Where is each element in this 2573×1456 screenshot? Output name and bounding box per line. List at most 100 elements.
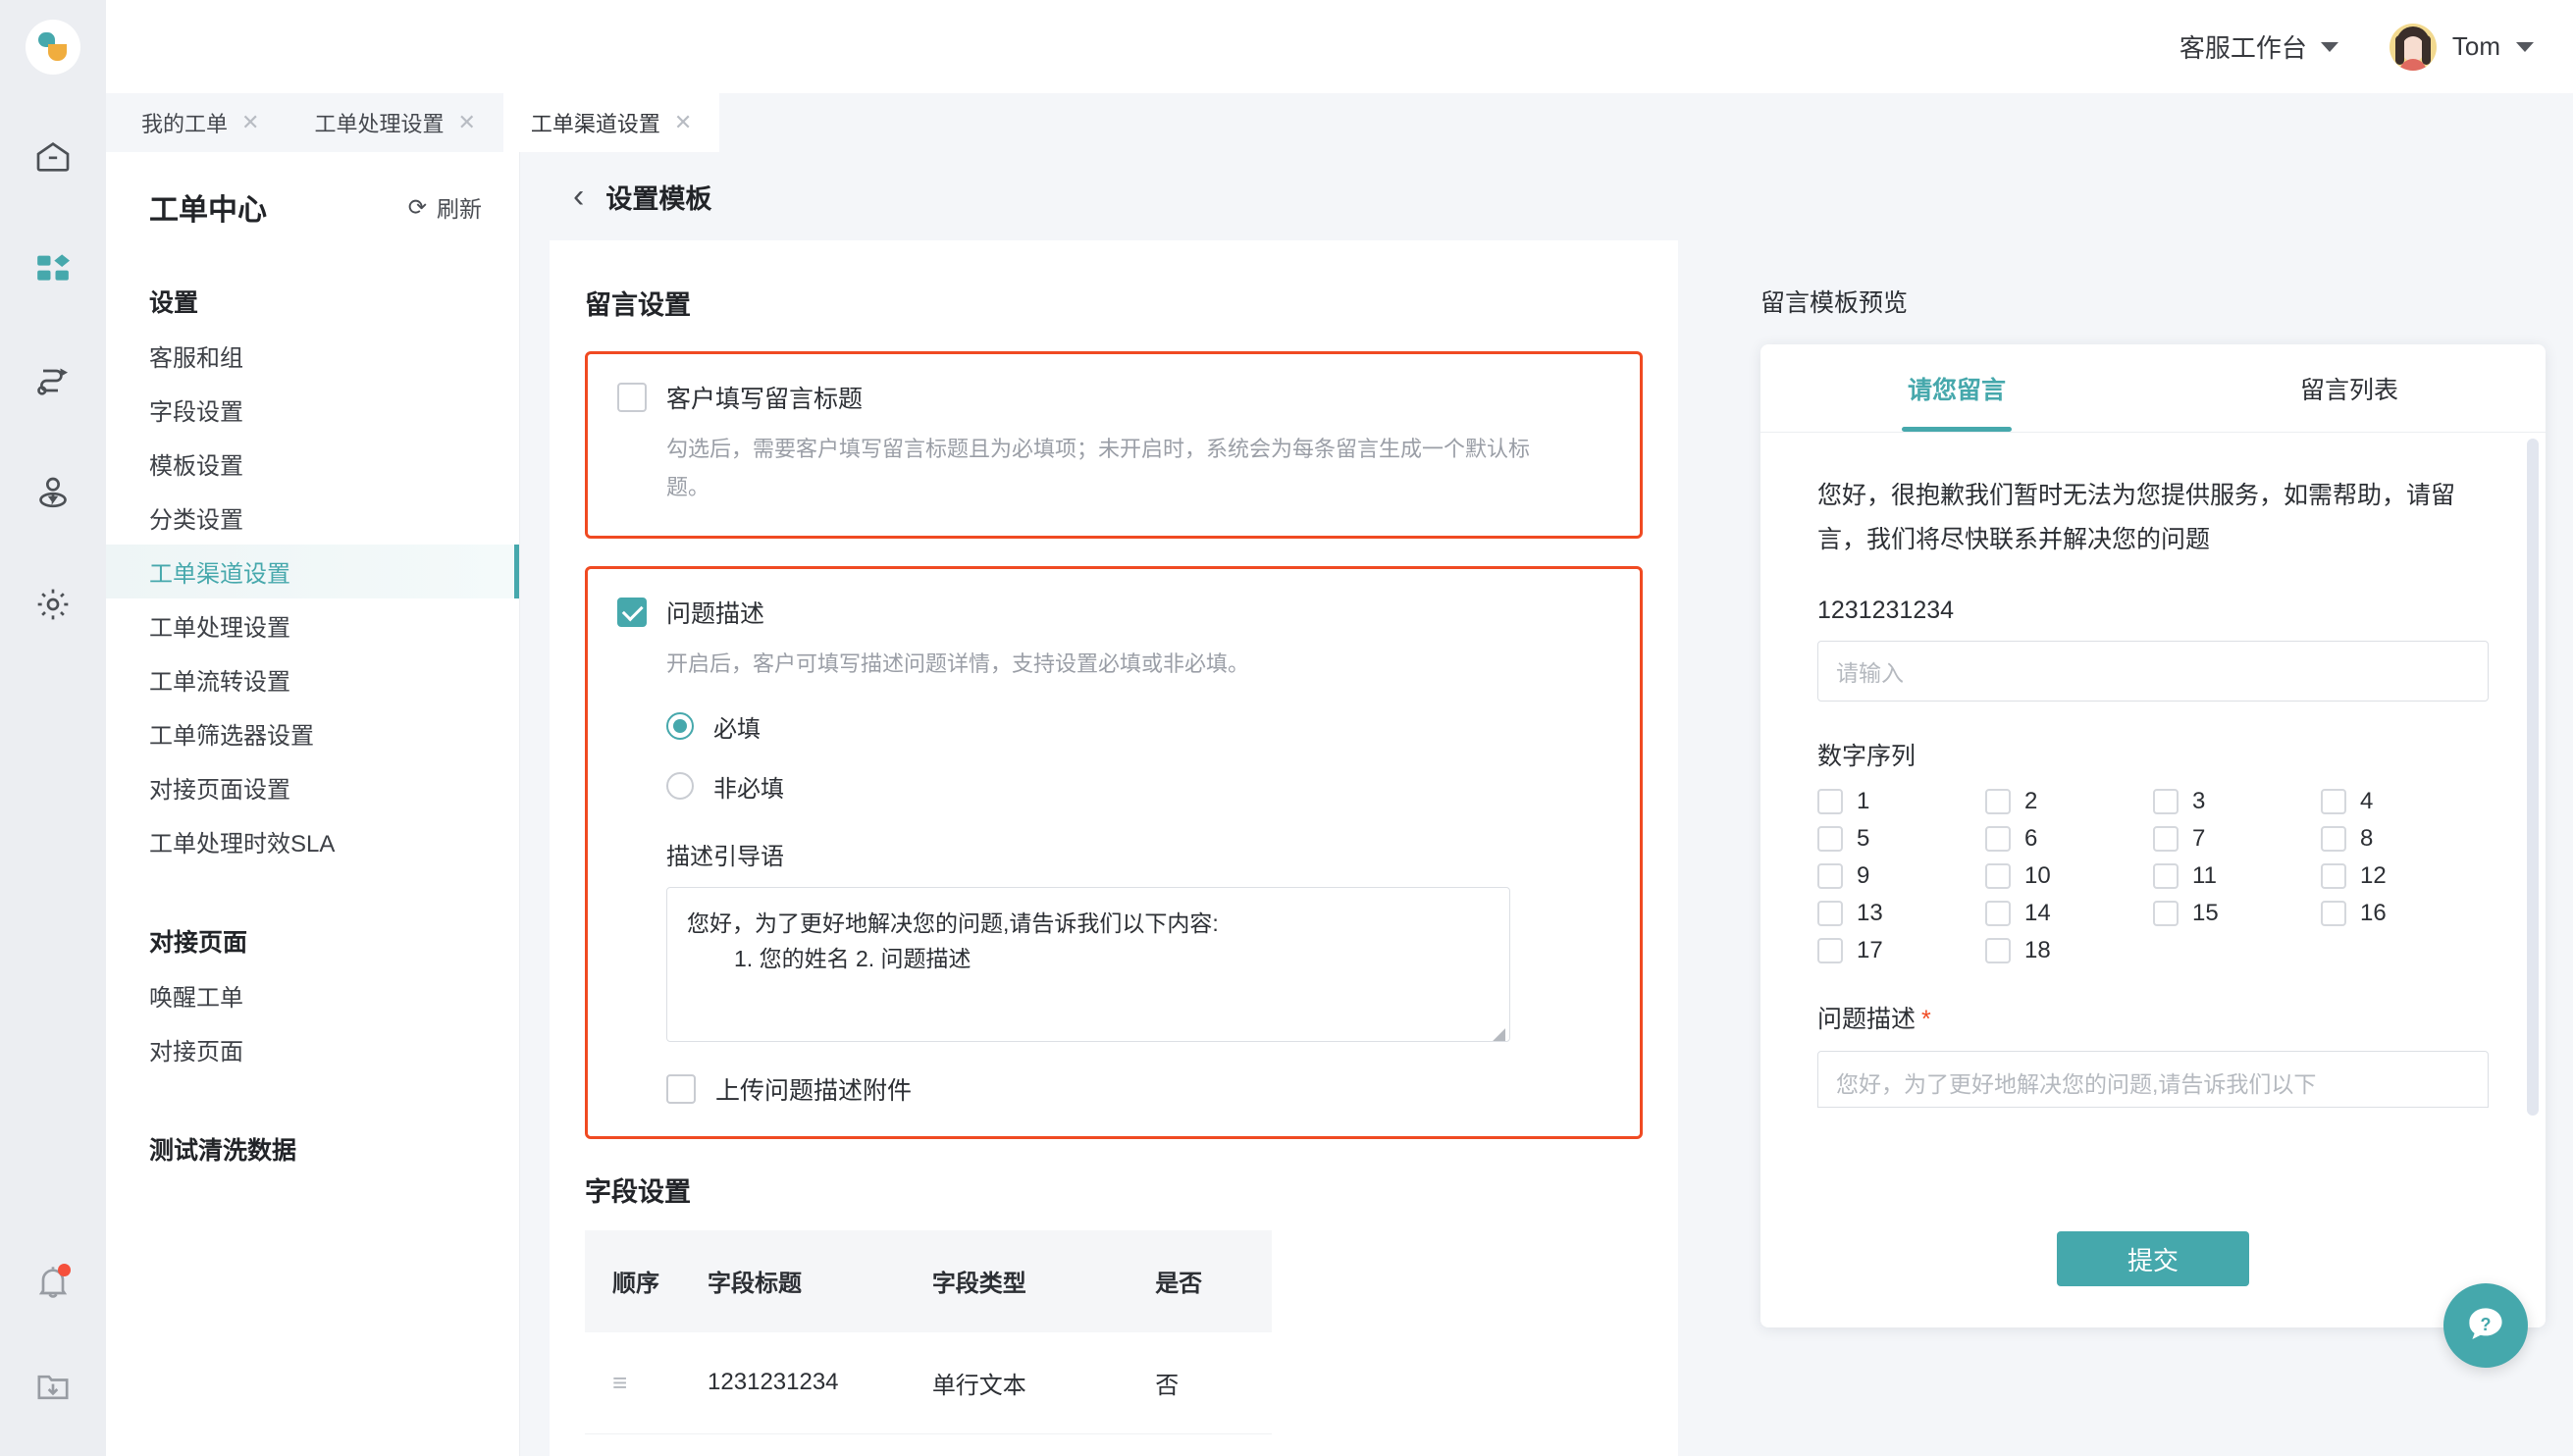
customer-title-checkbox-row[interactable]: 客户填写留言标题 [617, 380, 1610, 415]
home-icon[interactable] [24, 128, 82, 186]
tab-message-list[interactable]: 留言列表 [2153, 344, 2546, 432]
sidebar-item-ticket-sla[interactable]: 工单处理时效SLA [106, 814, 519, 868]
checkbox-box[interactable] [1817, 826, 1843, 852]
tab-label: 请您留言 [1907, 376, 2006, 404]
checkbox-option-2[interactable]: 2 [1985, 788, 2153, 815]
checkbox-box[interactable] [1817, 938, 1843, 963]
checkbox-box[interactable] [1985, 938, 2011, 963]
preview-scrollbar[interactable] [2527, 439, 2539, 1116]
radio-required[interactable]: 必填 [666, 709, 1610, 744]
checkbox-option-13[interactable]: 13 [1817, 900, 1985, 927]
radio-optional[interactable]: 非必填 [666, 769, 1610, 804]
checkbox-option-10[interactable]: 10 [1985, 862, 2153, 890]
checkbox-option-7[interactable]: 7 [2153, 825, 2321, 853]
sidebar-item-field-settings[interactable]: 字段设置 [106, 383, 519, 437]
checkbox-box[interactable] [2321, 826, 2346, 852]
preview-title: 留言模板预览 [1760, 289, 1909, 317]
checkbox-box[interactable] [2153, 826, 2179, 852]
back-icon[interactable]: ‹ [573, 180, 584, 213]
tab-ticket-process-settings[interactable]: 工单处理设置 ✕ [287, 93, 502, 152]
tab-my-tickets[interactable]: 我的工单 ✕ [114, 93, 287, 152]
column-header-required: 是否 [1155, 1229, 1272, 1332]
checkbox-box[interactable] [1985, 901, 2011, 926]
guide-text-input[interactable]: 您好，为了更好地解决您的问题,请告诉我们以下内容: 1. 您的姓名 2. 问题描… [666, 886, 1510, 1042]
sidebar-item-ticket-process-settings[interactable]: 工单处理设置 [106, 598, 519, 652]
checkbox-option-8[interactable]: 8 [2321, 825, 2489, 853]
checkbox-option-3[interactable]: 3 [2153, 788, 2321, 815]
workflow-icon[interactable] [24, 351, 82, 410]
checkbox-label: 4 [2360, 788, 2374, 814]
checkbox-box[interactable] [1817, 863, 1843, 889]
problem-desc-checkbox[interactable] [617, 598, 647, 627]
checkbox-box[interactable] [2321, 789, 2346, 814]
radio-required-input[interactable] [666, 712, 694, 740]
refresh-button[interactable]: ⟳ 刷新 [408, 190, 482, 224]
checkbox-option-1[interactable]: 1 [1817, 788, 1985, 815]
close-icon[interactable]: ✕ [674, 112, 692, 133]
checkbox-box[interactable] [2321, 863, 2346, 889]
checkbox-box[interactable] [1817, 901, 1843, 926]
radio-optional-input[interactable] [666, 772, 694, 800]
checkbox-box[interactable] [2153, 901, 2179, 926]
checkbox-option-14[interactable]: 14 [1985, 900, 2153, 927]
checkbox-box[interactable] [1985, 789, 2011, 814]
customer-location-icon[interactable] [24, 463, 82, 522]
user-menu[interactable]: Tom [2389, 23, 2534, 71]
preview-field2-input[interactable]: 您好，为了更好地解决您的问题,请告诉我们以下 [1817, 1051, 2489, 1108]
content-header: ‹ 设置模板 [520, 152, 2573, 240]
preview-field1-input[interactable]: 请输入 [1817, 641, 2489, 702]
bell-icon[interactable] [24, 1254, 82, 1313]
gear-icon[interactable] [24, 575, 82, 634]
close-icon[interactable]: ✕ [457, 112, 475, 133]
table-row[interactable]: ≡ 1231231234 单行文本 否 [585, 1331, 1272, 1434]
checkbox-box[interactable] [2153, 863, 2179, 889]
app-logo-mark [36, 30, 70, 64]
workbench-selector[interactable]: 客服工作台 [2179, 28, 2338, 65]
checkbox-option-17[interactable]: 17 [1817, 937, 1985, 964]
checkbox-box[interactable] [1985, 826, 2011, 852]
checkbox-option-18[interactable]: 18 [1985, 937, 2153, 964]
sidebar-item-label: 唤醒工单 [149, 985, 243, 1012]
checkbox-box[interactable] [2153, 789, 2179, 814]
tab-leave-message[interactable]: 请您留言 [1760, 344, 2153, 432]
tab-ticket-channel-settings[interactable]: 工单渠道设置 ✕ [502, 93, 720, 152]
checkbox-option-11[interactable]: 11 [2153, 862, 2321, 890]
sidebar-item-label: 客服和组 [149, 345, 243, 372]
tab-bar: 我的工单 ✕ 工单处理设置 ✕ 工单渠道设置 ✕ [106, 93, 2573, 152]
submit-button[interactable]: 提交 [2057, 1231, 2249, 1286]
sidebar-item-ticket-filter-settings[interactable]: 工单筛选器设置 [106, 706, 519, 760]
workbench-label: 客服工作台 [2179, 33, 2307, 63]
problem-desc-checkbox-row[interactable]: 问题描述 [617, 595, 1610, 630]
checkbox-option-6[interactable]: 6 [1985, 825, 2153, 853]
customer-title-checkbox[interactable] [617, 383, 647, 412]
upload-attachment-checkbox[interactable] [666, 1073, 696, 1104]
close-icon[interactable]: ✕ [241, 112, 259, 133]
download-folder-icon[interactable] [24, 1358, 82, 1417]
checkbox-option-4[interactable]: 4 [2321, 788, 2489, 815]
sidebar-item-wake-ticket[interactable]: 唤醒工单 [106, 968, 519, 1022]
sidebar-item-integration-page[interactable]: 对接页面 [106, 1022, 519, 1076]
tab-label: 留言列表 [2299, 376, 2398, 404]
checkbox-box[interactable] [1817, 789, 1843, 814]
sidebar-item-agents-groups[interactable]: 客服和组 [106, 329, 519, 383]
checkbox-option-9[interactable]: 9 [1817, 862, 1985, 890]
checkbox-box[interactable] [2321, 901, 2346, 926]
drag-handle-icon[interactable]: ≡ [612, 1368, 627, 1398]
customer-title-hint: 勾选后，需要客户填写留言标题且为必填项；未开启时，系统会为每条留言生成一个默认标… [666, 437, 1531, 499]
app-logo[interactable] [26, 20, 80, 75]
sidebar-item-ticket-channel-settings[interactable]: 工单渠道设置 [106, 545, 519, 598]
sidebar-item-template-settings[interactable]: 模板设置 [106, 437, 519, 491]
upload-attachment-row[interactable]: 上传问题描述附件 [666, 1071, 1610, 1107]
preview-field2-placeholder: 您好，为了更好地解决您的问题,请告诉我们以下 [1836, 1071, 2317, 1097]
checkbox-option-16[interactable]: 16 [2321, 900, 2489, 927]
checkbox-option-12[interactable]: 12 [2321, 862, 2489, 890]
sidebar-item-ticket-flow-settings[interactable]: 工单流转设置 [106, 652, 519, 706]
sidebar-item-category-settings[interactable]: 分类设置 [106, 491, 519, 545]
sidebar-item-integration-page-settings[interactable]: 对接页面设置 [106, 760, 519, 814]
resize-handle-icon[interactable]: ◢ [1493, 1025, 1506, 1041]
checkbox-option-15[interactable]: 15 [2153, 900, 2321, 927]
checkbox-option-5[interactable]: 5 [1817, 825, 1985, 853]
help-question-icon[interactable]: ? [2443, 1283, 2528, 1368]
checkbox-box[interactable] [1985, 863, 2011, 889]
apps-grid-icon[interactable] [24, 239, 82, 298]
